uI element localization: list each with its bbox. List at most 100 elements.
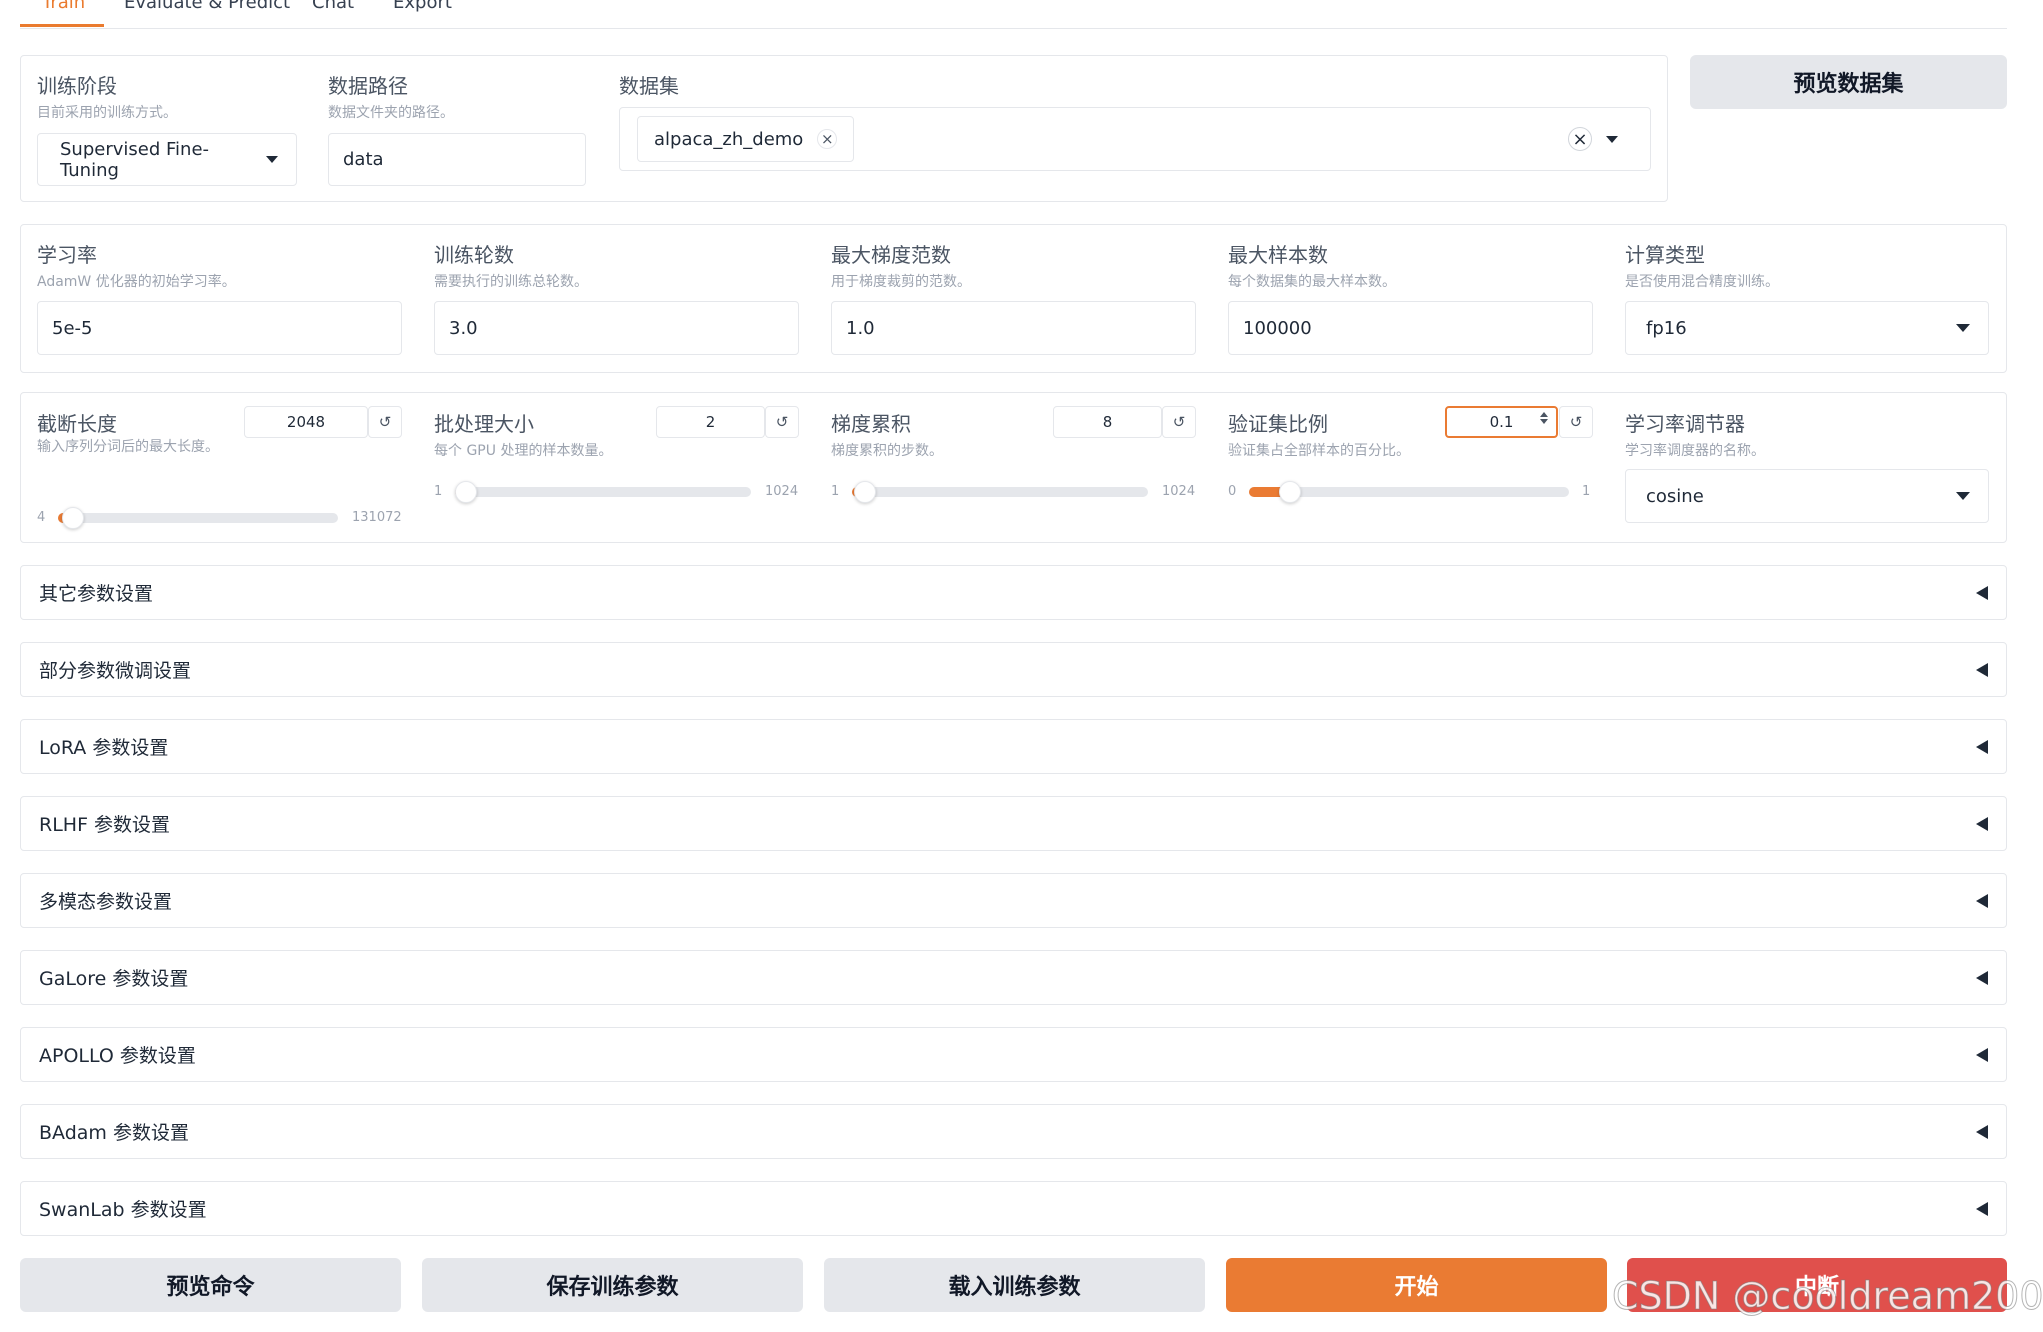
data-path-label: 数据路径 — [328, 74, 408, 98]
batch-size-reset-button[interactable]: ↺ — [765, 406, 799, 438]
chevron-down-icon — [1956, 492, 1970, 500]
collapse-arrow-icon — [1976, 970, 1988, 985]
compute-type-label: 计算类型 — [1625, 243, 1705, 267]
grad-accum-info: 梯度累积的步数。 — [831, 443, 943, 459]
tab-evaluate-predict[interactable]: Evaluate & Predict — [124, 0, 290, 13]
cutoff-len-reset-button[interactable]: ↺ — [368, 406, 402, 438]
accordion-label: 部分参数微调设置 — [39, 660, 192, 682]
accordion-lora-params[interactable]: LoRA 参数设置 — [20, 719, 2007, 774]
collapse-arrow-icon — [1976, 739, 1988, 754]
accordion-badam-params[interactable]: BAdam 参数设置 — [20, 1104, 2007, 1159]
grad-accum-max: 1024 — [1162, 484, 1196, 499]
val-size-reset-button[interactable]: ↺ — [1559, 406, 1593, 438]
accordion-swanlab-params[interactable]: SwanLab 参数设置 — [20, 1181, 2007, 1236]
chevron-down-icon — [266, 156, 278, 163]
dataset-chip: alpaca_zh_demo × — [637, 116, 855, 162]
accordion-label: BAdam 参数设置 — [39, 1122, 189, 1144]
cutoff-len-min: 4 — [37, 510, 46, 525]
preview-dataset-button[interactable]: 预览数据集 — [1690, 55, 2007, 109]
epochs-value: 3.0 — [449, 317, 478, 339]
batch-size-number[interactable]: 2 — [656, 406, 765, 438]
cutoff-len-number[interactable]: 2048 — [244, 406, 368, 438]
accordion-apollo-params[interactable]: APOLLO 参数设置 — [20, 1027, 2007, 1082]
batch-size-label: 批处理大小 — [434, 412, 534, 436]
dataset-chip-label: alpaca_zh_demo — [654, 128, 804, 150]
remove-chip-icon[interactable]: × — [817, 129, 838, 149]
chevron-down-icon[interactable] — [1606, 135, 1618, 143]
chevron-down-icon — [1956, 324, 1970, 332]
collapse-arrow-icon — [1976, 662, 1988, 677]
slider-thumb[interactable] — [62, 507, 85, 529]
slider-track — [58, 513, 338, 523]
accordion-label: RLHF 参数设置 — [39, 814, 171, 836]
val-size-min: 0 — [1228, 484, 1237, 499]
load-args-button[interactable]: 载入训练参数 — [824, 1258, 1205, 1312]
tab-train[interactable]: Train — [42, 0, 85, 13]
max-samples-value: 100000 — [1243, 317, 1312, 339]
dataset-label: 数据集 — [619, 74, 679, 98]
stage-value: Supervised Fine-Tuning — [60, 138, 210, 181]
max-grad-norm-label: 最大梯度范数 — [831, 243, 951, 267]
batch-size-slider[interactable] — [455, 481, 751, 503]
accordion-freeze-params[interactable]: 部分参数微调设置 — [20, 642, 2007, 697]
learning-rate-info: AdamW 优化器的初始学习率。 — [37, 274, 236, 290]
accordion-multimodal-params[interactable]: 多模态参数设置 — [20, 873, 2007, 928]
batch-size-info: 每个 GPU 处理的样本数量。 — [434, 443, 613, 459]
reset-icon: ↺ — [1569, 413, 1583, 431]
grad-accum-number[interactable]: 8 — [1053, 406, 1162, 438]
collapse-arrow-icon — [1976, 585, 1988, 600]
val-size-slider[interactable] — [1249, 481, 1569, 503]
slider-track — [455, 487, 751, 497]
max-grad-norm-value: 1.0 — [846, 317, 875, 339]
lr-scheduler-dropdown[interactable]: cosine — [1625, 469, 1989, 523]
grad-accum-reset-button[interactable]: ↺ — [1162, 406, 1196, 438]
start-button[interactable]: 开始 — [1226, 1258, 1607, 1312]
grad-accum-value: 8 — [1102, 413, 1113, 431]
grad-accum-min: 1 — [831, 484, 840, 499]
epochs-label: 训练轮数 — [434, 243, 514, 267]
compute-type-dropdown[interactable]: fp16 — [1625, 301, 1989, 355]
cutoff-len-label: 截断长度 — [37, 412, 117, 436]
slider-thumb[interactable] — [1278, 481, 1301, 503]
max-grad-norm-input[interactable]: 1.0 — [831, 301, 1196, 355]
accordion-rlhf-params[interactable]: RLHF 参数设置 — [20, 796, 2007, 851]
stage-dropdown[interactable]: Supervised Fine-Tuning — [37, 133, 297, 186]
clear-icon[interactable]: × — [1568, 127, 1592, 151]
accordion-galore-params[interactable]: GaLore 参数设置 — [20, 950, 2007, 1005]
val-size-value: 0.1 — [1489, 413, 1514, 431]
cutoff-len-slider[interactable] — [58, 507, 338, 529]
max-grad-norm-info: 用于梯度裁剪的范数。 — [831, 274, 971, 290]
accordion-label: SwanLab 参数设置 — [39, 1199, 207, 1221]
tab-chat[interactable]: Chat — [312, 0, 354, 13]
preview-command-button[interactable]: 预览命令 — [20, 1258, 401, 1312]
collapse-arrow-icon — [1976, 1201, 1988, 1216]
slider-thumb[interactable] — [455, 481, 478, 503]
max-samples-input[interactable]: 100000 — [1228, 301, 1593, 355]
slider-thumb[interactable] — [853, 481, 876, 503]
data-path-input[interactable]: data — [328, 133, 586, 186]
spinner-arrows-icon[interactable] — [1540, 412, 1548, 424]
tab-export[interactable]: Export — [393, 0, 452, 13]
max-samples-info: 每个数据集的最大样本数。 — [1228, 274, 1396, 290]
collapse-arrow-icon — [1976, 1124, 1988, 1139]
lr-scheduler-value: cosine — [1646, 485, 1704, 507]
epochs-input[interactable]: 3.0 — [434, 301, 799, 355]
accordion-label: 多模态参数设置 — [39, 891, 173, 913]
watermark: CSDN @cooldream2009 — [1612, 1274, 2043, 1319]
save-args-button[interactable]: 保存训练参数 — [422, 1258, 803, 1312]
learning-rate-value: 5e-5 — [52, 317, 93, 339]
learning-rate-input[interactable]: 5e-5 — [37, 301, 402, 355]
val-size-number[interactable]: 0.1 — [1445, 406, 1558, 438]
batch-size-value: 2 — [705, 413, 716, 431]
reset-icon: ↺ — [378, 413, 392, 431]
accordion-other-params[interactable]: 其它参数设置 — [20, 565, 2007, 620]
grad-accum-slider[interactable] — [852, 481, 1148, 503]
dataset-multiselect[interactable]: alpaca_zh_demo × × — [619, 107, 1651, 171]
accordion-label: APOLLO 参数设置 — [39, 1045, 196, 1067]
collapse-arrow-icon — [1976, 1047, 1988, 1062]
accordion-label: 其它参数设置 — [39, 583, 154, 605]
batch-size-min: 1 — [434, 484, 443, 499]
data-path-info: 数据文件夹的路径。 — [328, 105, 454, 121]
val-size-label: 验证集比例 — [1228, 412, 1328, 436]
lr-scheduler-label: 学习率调节器 — [1625, 412, 1745, 436]
